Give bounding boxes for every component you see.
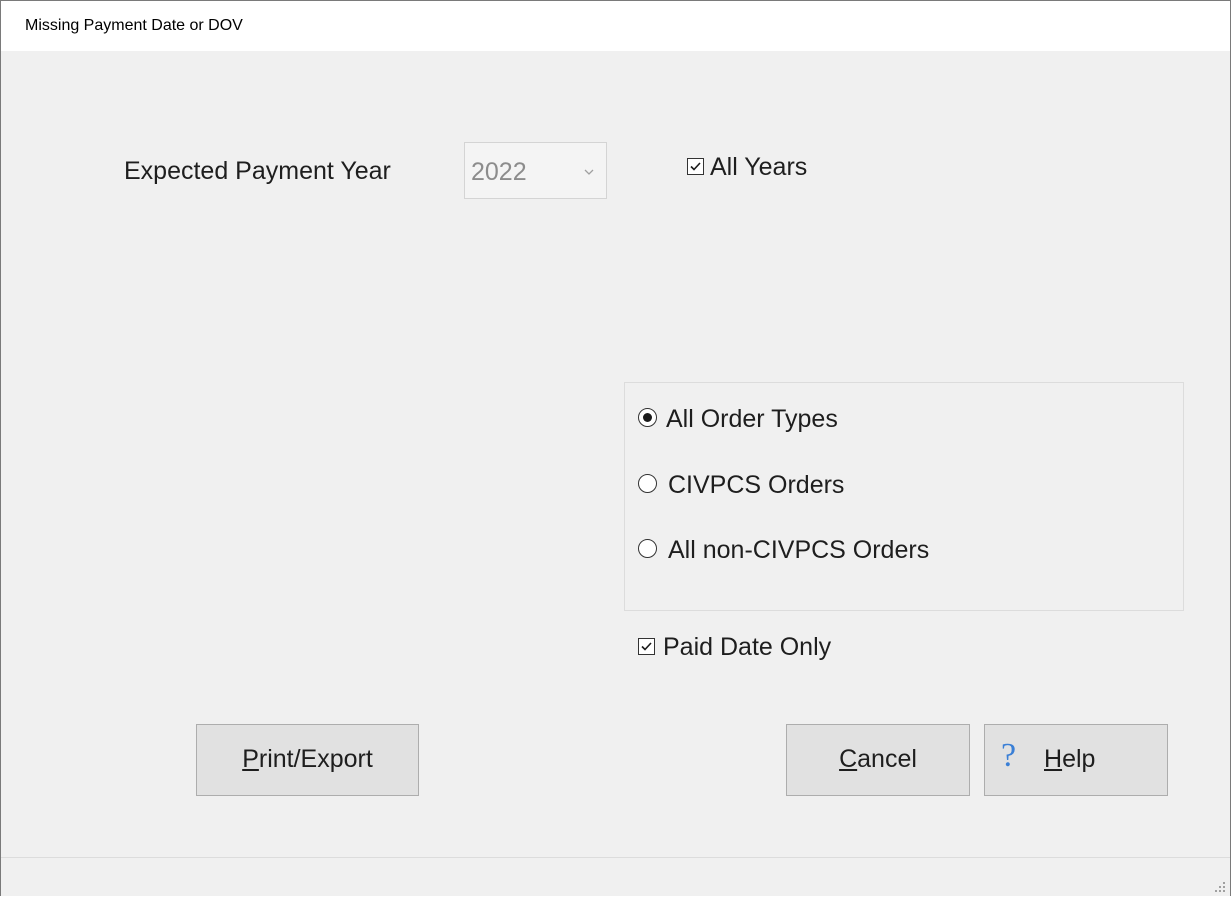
- title-bar[interactable]: Missing Payment Date or DOV: [1, 1, 1230, 51]
- radio-selected-dot: [642, 412, 652, 422]
- all-order-types-label[interactable]: All Order Types: [666, 405, 838, 434]
- civpcs-orders-label[interactable]: CIVPCS Orders: [668, 471, 844, 500]
- all-non-civpcs-orders-label[interactable]: All non-CIVPCS Orders: [668, 536, 929, 565]
- expected-payment-year-value: 2022: [471, 158, 527, 186]
- window-title: Missing Payment Date or DOV: [25, 17, 243, 34]
- paid-date-only-checkbox[interactable]: [638, 638, 655, 655]
- dialog-window: Missing Payment Date or DOV Expected Pay…: [0, 0, 1231, 896]
- radio-all-order-types[interactable]: [638, 408, 657, 427]
- paid-date-only-label[interactable]: Paid Date Only: [663, 633, 831, 662]
- all-years-label[interactable]: All Years: [710, 153, 807, 182]
- help-button[interactable]: ? Help: [984, 724, 1168, 796]
- checkmark-icon: [690, 162, 701, 171]
- chevron-down-icon: [582, 165, 596, 179]
- checkmark-icon: [641, 642, 652, 651]
- print-export-button-label: Print/Export: [242, 745, 373, 773]
- print-export-button[interactable]: Print/Export: [196, 724, 419, 796]
- expected-payment-year-label: Expected Payment Year: [124, 157, 391, 185]
- cancel-button[interactable]: Cancel: [786, 724, 970, 796]
- status-bar: [1, 857, 1230, 896]
- radio-civpcs-orders[interactable]: [638, 474, 657, 493]
- help-icon: ?: [1001, 737, 1017, 774]
- help-button-label: Help: [1044, 745, 1096, 773]
- cancel-button-label: Cancel: [839, 745, 917, 773]
- expected-payment-year-combobox[interactable]: 2022: [464, 142, 607, 199]
- resize-grip-icon[interactable]: [1214, 880, 1226, 892]
- all-years-checkbox[interactable]: [687, 158, 704, 175]
- radio-all-non-civpcs-orders[interactable]: [638, 539, 657, 558]
